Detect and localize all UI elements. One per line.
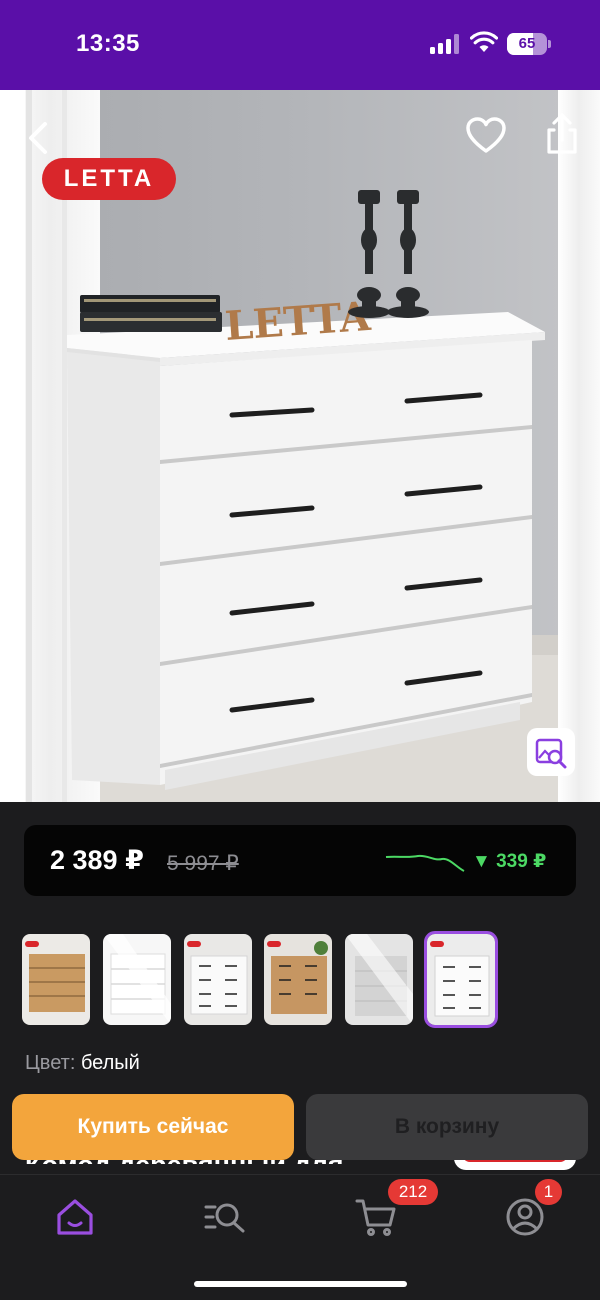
color-thumb-1[interactable]	[22, 934, 90, 1025]
color-label: Цвет:	[25, 1052, 76, 1074]
color-thumb-5[interactable]	[345, 934, 413, 1025]
back-icon[interactable]	[20, 118, 60, 158]
visual-search-button[interactable]	[527, 728, 575, 776]
battery-icon: 65	[507, 33, 551, 55]
home-icon[interactable]	[51, 1193, 99, 1241]
profile-badge: 1	[535, 1179, 562, 1205]
add-to-cart-button[interactable]: В корзину	[306, 1094, 588, 1160]
price-card[interactable]: 2 389 ₽ 5 997 ₽ ▼ 339 ₽	[24, 825, 576, 896]
share-icon[interactable]	[540, 112, 584, 156]
color-thumb-4[interactable]	[264, 934, 332, 1025]
status-time: 13:35	[76, 30, 140, 57]
status-bar: 13:35 65	[0, 0, 600, 90]
color-value: белый	[80, 1052, 140, 1074]
visual-search-icon	[535, 738, 567, 769]
color-thumb-6-selected[interactable]	[424, 931, 498, 1028]
current-price: 2 389 ₽	[50, 845, 144, 875]
color-row: Цвет: белый	[25, 1052, 140, 1075]
buy-now-button[interactable]: Купить сейчас	[12, 1094, 294, 1160]
brand-badge: LETTA	[42, 158, 176, 200]
color-thumb-2[interactable]	[103, 934, 171, 1025]
heart-icon[interactable]	[464, 114, 508, 158]
wifi-icon	[470, 31, 498, 52]
price-history-sparkline	[385, 854, 465, 872]
price-drop: ▼ 339 ₽	[472, 851, 547, 872]
battery-level: 65	[518, 35, 536, 52]
color-thumb-3[interactable]	[184, 934, 252, 1025]
cart-badge: 212	[388, 1179, 438, 1205]
home-indicator	[194, 1281, 407, 1287]
catalog-search-icon[interactable]	[201, 1193, 249, 1241]
signal-icon	[430, 34, 460, 54]
old-price: 5 997 ₽	[167, 852, 239, 875]
